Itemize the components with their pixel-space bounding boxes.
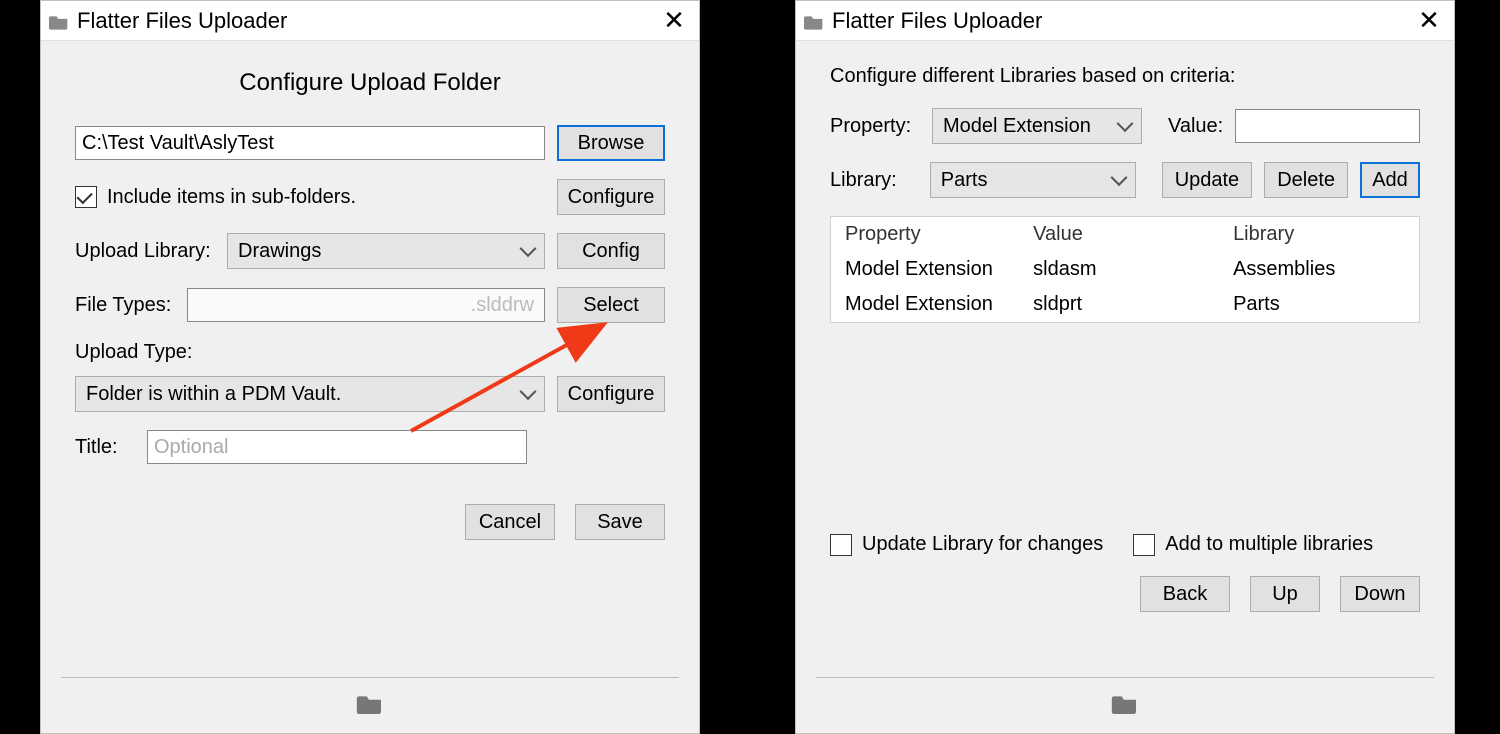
- config-library-button[interactable]: Config: [557, 233, 665, 269]
- table-row[interactable]: Model Extension sldasm Assemblies: [831, 252, 1419, 287]
- folder-path-input[interactable]: C:\Test Vault\AslyTest: [75, 126, 545, 160]
- property-label: Property:: [830, 115, 920, 138]
- close-button[interactable]: ✕: [1414, 5, 1444, 36]
- add-multiple-libraries-checkbox[interactable]: [1133, 534, 1155, 556]
- folder-path-value: C:\Test Vault\AslyTest: [82, 132, 274, 155]
- window-configure-libraries: Flatter Files Uploader ✕ Configure diffe…: [795, 0, 1455, 734]
- cell-value: sldprt: [1019, 287, 1219, 322]
- upload-type-value: Folder is within a PDM Vault.: [86, 383, 341, 406]
- app-folder-icon: [804, 13, 824, 29]
- page-heading: Configure Upload Folder: [75, 69, 665, 97]
- property-value: Model Extension: [943, 115, 1091, 138]
- close-button[interactable]: ✕: [659, 5, 689, 36]
- criteria-table: Property Value Library Model Extension s…: [830, 216, 1420, 323]
- add-multiple-libraries-label: Add to multiple libraries: [1165, 533, 1373, 556]
- upload-type-select[interactable]: Folder is within a PDM Vault.: [75, 376, 545, 412]
- add-button[interactable]: Add: [1360, 162, 1420, 198]
- upload-type-label: Upload Type:: [75, 341, 665, 364]
- file-types-label: File Types:: [75, 294, 175, 317]
- table-row[interactable]: Model Extension sldprt Parts: [831, 287, 1419, 322]
- footer-folder-icon: [1111, 692, 1139, 720]
- value-label: Value:: [1168, 115, 1223, 138]
- library-select[interactable]: Parts: [930, 162, 1136, 198]
- window-title: Flatter Files Uploader: [77, 8, 659, 34]
- update-button[interactable]: Update: [1162, 162, 1253, 198]
- page-heading: Configure different Libraries based on c…: [830, 65, 1420, 88]
- col-property: Property: [831, 217, 1019, 252]
- table-header: Property Value Library: [831, 217, 1419, 252]
- upload-library-select[interactable]: Drawings: [227, 233, 545, 269]
- cell-property: Model Extension: [831, 287, 1019, 322]
- update-library-changes-checkbox[interactable]: [830, 534, 852, 556]
- back-button[interactable]: Back: [1140, 576, 1230, 612]
- property-select[interactable]: Model Extension: [932, 108, 1142, 144]
- title-input[interactable]: Optional: [147, 430, 527, 464]
- library-value: Parts: [941, 169, 988, 192]
- footer: [61, 677, 679, 733]
- col-library: Library: [1219, 217, 1419, 252]
- window-configure-upload-folder: Flatter Files Uploader ✕ Configure Uploa…: [40, 0, 700, 734]
- titlebar: Flatter Files Uploader ✕: [796, 1, 1454, 41]
- up-button[interactable]: Up: [1250, 576, 1320, 612]
- cell-library: Assemblies: [1219, 252, 1419, 287]
- window-title: Flatter Files Uploader: [832, 8, 1414, 34]
- footer-folder-icon: [356, 692, 384, 720]
- cancel-button[interactable]: Cancel: [465, 504, 555, 540]
- cell-value: sldasm: [1019, 252, 1219, 287]
- browse-button[interactable]: Browse: [557, 125, 665, 161]
- file-types-value: .slddrw: [471, 294, 534, 317]
- app-folder-icon: [49, 13, 69, 29]
- col-value: Value: [1019, 217, 1219, 252]
- include-subfolders-label: Include items in sub-folders.: [107, 186, 356, 209]
- configure-subfolders-button[interactable]: Configure: [557, 179, 665, 215]
- titlebar: Flatter Files Uploader ✕: [41, 1, 699, 41]
- upload-library-value: Drawings: [238, 240, 321, 263]
- configure-upload-type-button[interactable]: Configure: [557, 376, 665, 412]
- save-button[interactable]: Save: [575, 504, 665, 540]
- file-types-input[interactable]: .slddrw: [187, 288, 545, 322]
- library-label: Library:: [830, 169, 918, 192]
- title-field-label: Title:: [75, 436, 135, 459]
- include-subfolders-checkbox[interactable]: [75, 186, 97, 208]
- down-button[interactable]: Down: [1340, 576, 1420, 612]
- select-filetypes-button[interactable]: Select: [557, 287, 665, 323]
- value-input[interactable]: [1235, 109, 1420, 143]
- cell-property: Model Extension: [831, 252, 1019, 287]
- cell-library: Parts: [1219, 287, 1419, 322]
- update-library-changes-label: Update Library for changes: [862, 533, 1103, 556]
- delete-button[interactable]: Delete: [1264, 162, 1348, 198]
- title-placeholder: Optional: [154, 436, 229, 459]
- footer: [816, 677, 1434, 733]
- upload-library-label: Upload Library:: [75, 240, 215, 263]
